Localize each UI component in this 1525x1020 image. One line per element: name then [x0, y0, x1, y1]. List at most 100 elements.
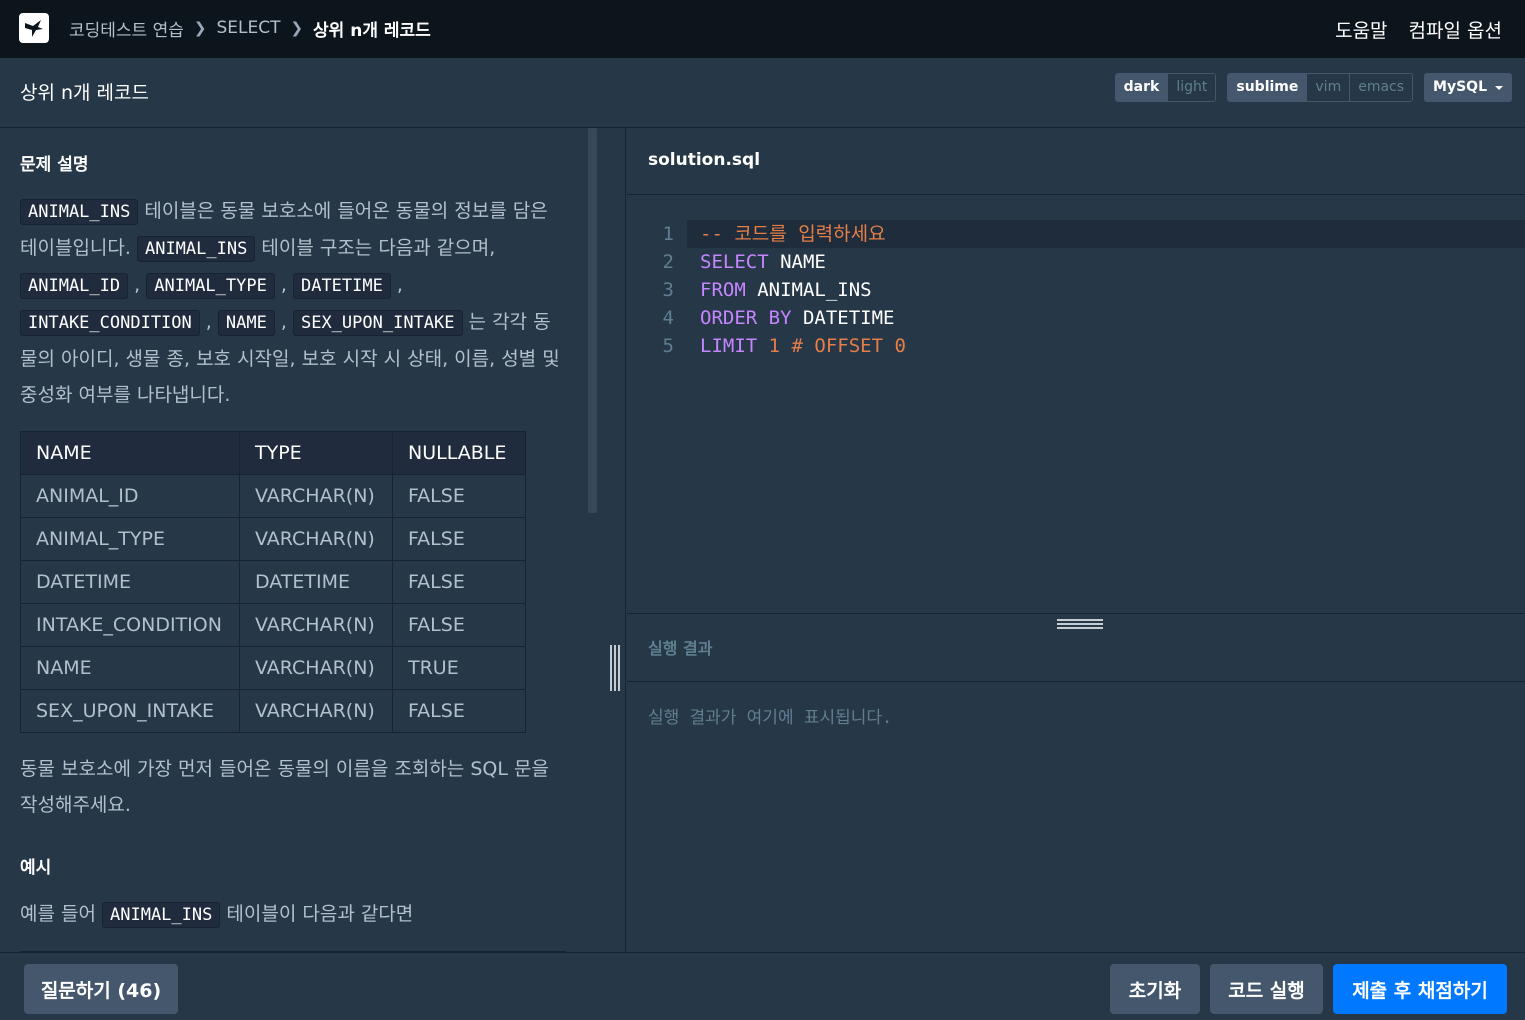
code-token: 1 — [768, 335, 781, 357]
table-header-cell: TYPE — [239, 431, 393, 475]
table-cell: VARCHAR(N) — [239, 474, 393, 518]
keymap-vim-button[interactable]: vim — [1306, 74, 1350, 101]
breadcrumb-item-select[interactable]: SELECT — [216, 18, 280, 38]
inline-code: ANIMAL_INS — [136, 236, 256, 262]
code-token: LIMIT — [700, 335, 758, 357]
inline-code: ANIMAL_INS — [102, 902, 221, 928]
inline-code: INTAKE_CONDITION — [20, 310, 200, 336]
table-cell: FALSE — [392, 689, 526, 733]
result-resize-handle[interactable] — [1057, 619, 1103, 631]
table-cell: TRUE — [392, 646, 526, 690]
table-cell: FALSE — [392, 474, 526, 518]
top-nav: 코딩테스트 연습 ❯ SELECT ❯ 상위 n개 레코드 도움말 컴파일 옵션 — [0, 0, 1525, 58]
code-text: ORDER BY DATETIME — [700, 304, 895, 332]
code-text: LIMIT 1 # OFFSET 0 — [700, 332, 906, 360]
table-cell: ANIMAL_ID — [20, 474, 240, 518]
code-line[interactable]: 4 ORDER BY DATETIME — [627, 304, 1525, 332]
run-code-button[interactable]: 코드 실행 — [1210, 964, 1323, 1014]
breadcrumb-item-current: 상위 n개 레코드 — [313, 20, 431, 41]
description-text: 예를 들어 — [20, 903, 102, 925]
language-select[interactable]: MySQL — [1424, 73, 1512, 102]
table-cell: SEX_UPON_INTAKE — [20, 689, 240, 733]
table-cell: FALSE — [392, 560, 526, 604]
guide-heading: 문제 설명 — [20, 155, 89, 175]
code-line[interactable]: 5 LIMIT 1 # OFFSET 0 — [627, 332, 1525, 360]
code-token: NAME — [768, 251, 826, 273]
help-link[interactable]: 도움말 — [1335, 16, 1387, 43]
action-bar: 질문하기 (46) 초기화 코드 실행 제출 후 채점하기 — [0, 952, 1525, 1020]
result-label: 실행 결과 — [648, 639, 713, 658]
code-token: -- 코드를 입력하세요 — [700, 223, 886, 245]
description-text: 테이블이 다음과 같다면 — [220, 903, 414, 925]
line-number: 1 — [662, 223, 674, 245]
problem-guide-panel: 문제 설명 ANIMAL_INS 테이블은 동물 보호소에 들어온 동물의 정보… — [0, 128, 626, 952]
inline-code: SEX_UPON_INTAKE — [292, 310, 463, 336]
table-cell: VARCHAR(N) — [239, 646, 393, 690]
caret-down-icon — [1495, 85, 1503, 90]
code-token: BY — [768, 307, 792, 329]
table-row: ANIMAL_ID VARCHAR(N) FALSE — [20, 474, 526, 518]
code-text: SELECT NAME — [700, 248, 826, 276]
editor-filename: solution.sql — [648, 150, 761, 170]
table-cell: VARCHAR(N) — [239, 689, 393, 733]
theme-toggle: dark light — [1114, 73, 1217, 102]
table-header-cell: NAME — [20, 431, 240, 475]
schema-table: NAME TYPE NULLABLE ANIMAL_ID VARCHAR(N) FA… — [20, 431, 526, 733]
editor-header: solution.sql — [627, 128, 1525, 195]
chevron-right-icon: ❯ — [290, 19, 304, 37]
theme-dark-button[interactable]: dark — [1115, 74, 1168, 101]
keymap-sublime-button[interactable]: sublime — [1228, 74, 1307, 101]
code-text: -- 코드를 입력하세요 — [700, 220, 886, 248]
table-cell: FALSE — [392, 603, 526, 647]
task-description: 동물 보호소에 가장 먼저 들어온 동물의 이름을 조회하는 SQL 문을 작성… — [20, 758, 549, 816]
line-number: 3 — [662, 279, 674, 301]
keymap-toggle: sublime vim emacs — [1227, 73, 1414, 102]
inline-code: NAME — [217, 310, 275, 336]
table-cell: INTAKE_CONDITION — [20, 603, 240, 647]
page-title: 상위 n개 레코드 — [20, 82, 150, 104]
table-row: ANIMAL_TYPE VARCHAR(N) FALSE — [20, 517, 526, 561]
code-editor[interactable]: 1 -- 코드를 입력하세요 2 SELECT NAME 3 FROM ANIMAL_IN… — [627, 195, 1525, 614]
table-cell: VARCHAR(N) — [239, 517, 393, 561]
breadcrumb-item-coding-test[interactable]: 코딩테스트 연습 — [69, 16, 184, 41]
keymap-emacs-button[interactable]: emacs — [1349, 74, 1413, 101]
table-cell: FALSE — [392, 517, 526, 561]
table-header-cell: NULLABLE — [392, 431, 526, 475]
code-token: DATETIME — [791, 307, 895, 329]
description-text: 테이블 구조는 다음과 같으며, — [255, 237, 496, 259]
reset-button[interactable]: 초기화 — [1110, 964, 1200, 1014]
chevron-right-icon: ❯ — [193, 19, 207, 37]
code-token: FROM — [700, 279, 746, 301]
table-cell: DATETIME — [20, 560, 240, 604]
breadcrumb: 코딩테스트 연습 ❯ SELECT ❯ 상위 n개 레코드 — [69, 16, 431, 41]
code-line[interactable]: 3 FROM ANIMAL_INS — [627, 276, 1525, 304]
code-token: ORDER — [700, 307, 758, 329]
code-token: ANIMAL_INS — [745, 279, 872, 301]
ask-question-button[interactable]: 질문하기 (46) — [24, 964, 178, 1014]
result-panel: 실행 결과가 여기에 표시됩니다. — [627, 682, 1525, 952]
compile-options-link[interactable]: 컴파일 옵션 — [1409, 16, 1502, 43]
inline-code: DATETIME — [292, 273, 391, 299]
table-row: SEX_UPON_INTAKE VARCHAR(N) FALSE — [20, 689, 526, 733]
table-cell: ANIMAL_TYPE — [20, 517, 240, 561]
table-cell: NAME — [20, 646, 240, 690]
line-number: 2 — [662, 251, 674, 273]
code-line[interactable]: 2 SELECT NAME — [627, 248, 1525, 276]
guide-scrollbar[interactable] — [588, 128, 597, 513]
submit-button[interactable]: 제출 후 채점하기 — [1333, 964, 1507, 1014]
code-line[interactable]: 1 -- 코드를 입력하세요 — [663, 220, 1525, 248]
code-text: FROM ANIMAL_INS — [700, 276, 872, 304]
panel-resize-handle[interactable] — [610, 645, 622, 691]
inline-code: ANIMAL_TYPE — [146, 273, 275, 299]
code-token: # OFFSET 0 — [780, 335, 906, 357]
table-row: NAME VARCHAR(N) TRUE — [20, 646, 526, 690]
theme-light-button[interactable]: light — [1167, 74, 1216, 101]
inline-code: ANIMAL_INS — [20, 199, 139, 225]
guide-description: ANIMAL_INS 테이블은 동물 보호소에 들어온 동물의 정보를 담은 테… — [20, 199, 560, 406]
table-cell: DATETIME — [239, 560, 393, 604]
challenge-title-bar: 상위 n개 레코드 dark light sublime vim emacs M… — [0, 58, 1525, 128]
programmers-logo-icon[interactable] — [19, 13, 49, 43]
table-row: DATETIME DATETIME FALSE — [20, 560, 526, 604]
